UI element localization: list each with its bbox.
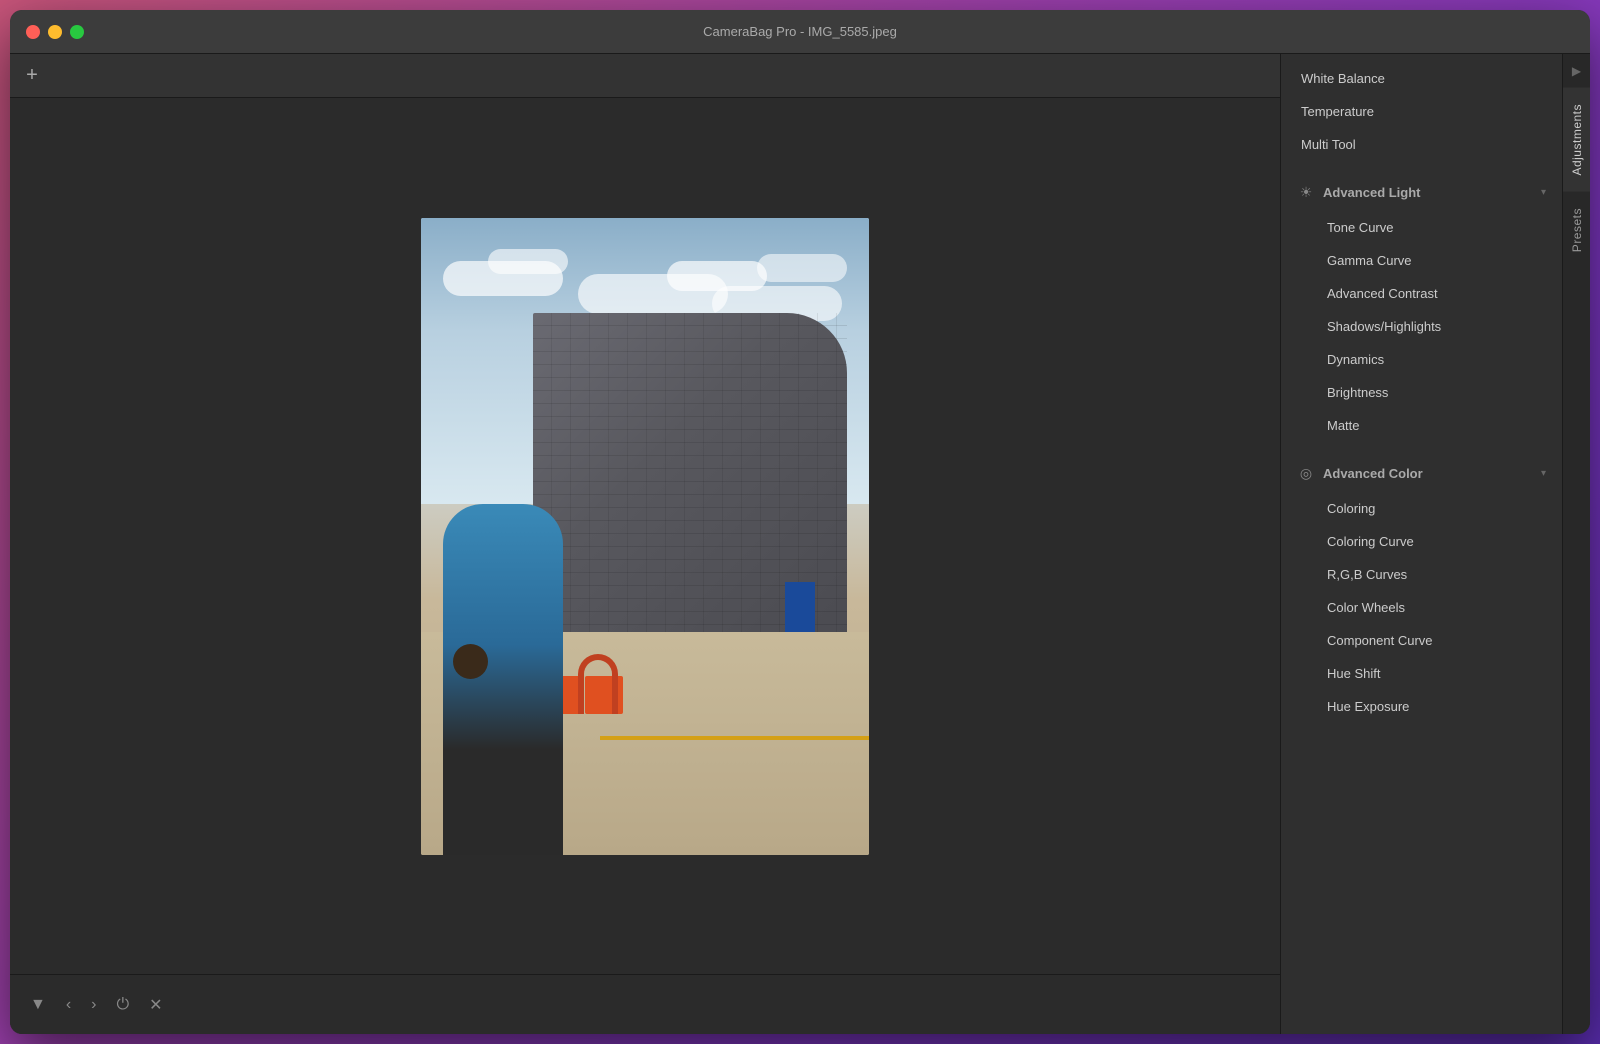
down-arrow-button[interactable]: ▼ [26,992,50,1018]
canvas-toolbar: + [10,54,1280,98]
next-button[interactable]: › [87,992,100,1018]
add-button[interactable]: + [20,64,44,88]
color-icon: ◎ [1297,464,1315,482]
photo-display [421,218,869,855]
spacer [1281,54,1562,62]
chevron-down-icon: ▾ [1541,187,1546,198]
tab-presets[interactable]: Presets [1563,192,1590,268]
power-button[interactable]: ⏻ [113,992,134,1018]
yellow-line [600,736,869,740]
image-container [10,98,1280,974]
side-tabs: ▶ Adjustments Presets [1562,54,1590,1034]
bottom-toolbar: ▼ ‹ › ⏻ ✕ [10,974,1280,1034]
app-window: CameraBag Pro - IMG_5585.jpeg + [10,10,1590,1034]
panel-item-hue-exposure[interactable]: Hue Exposure [1285,690,1558,723]
cloud [488,249,568,274]
spacer [1281,723,1562,731]
arch-structure [578,654,618,714]
tab-adjustments[interactable]: Adjustments [1563,88,1590,192]
expand-icon[interactable]: ▶ [1563,54,1590,88]
close-icon[interactable]: ✕ [145,991,166,1019]
panel-item-white-balance[interactable]: White Balance [1285,62,1558,95]
panel-item-rgb-curves[interactable]: R,G,B Curves [1285,558,1558,591]
spacer [1281,161,1562,169]
close-button[interactable] [26,25,40,39]
window-title: CameraBag Pro - IMG_5585.jpeg [703,24,897,39]
advanced-color-header[interactable]: ◎ Advanced Color ▾ [1281,450,1562,492]
canvas-area: + [10,54,1280,1034]
person-foreground [443,504,563,854]
panel-item-advanced-contrast[interactable]: Advanced Contrast [1285,277,1558,310]
advanced-light-title: Advanced Light [1323,185,1533,200]
traffic-lights [10,25,84,39]
panel-item-gamma-curve[interactable]: Gamma Curve [1285,244,1558,277]
maximize-button[interactable] [70,25,84,39]
panel-item-dynamics[interactable]: Dynamics [1285,343,1558,376]
panel-item-temperature[interactable]: Temperature [1285,95,1558,128]
advanced-light-header[interactable]: ☀ Advanced Light ▾ [1281,169,1562,211]
photo-background [421,218,869,855]
advanced-color-title: Advanced Color [1323,466,1533,481]
billboard [785,582,815,632]
panel-item-hue-shift[interactable]: Hue Shift [1285,657,1558,690]
main-content: + [10,54,1590,1034]
adjustments-panel[interactable]: White Balance Temperature Multi Tool ☀ A… [1281,54,1562,1034]
panel-item-shadows-highlights[interactable]: Shadows/Highlights [1285,310,1558,343]
cloud [757,254,847,282]
right-panel: White Balance Temperature Multi Tool ☀ A… [1280,54,1590,1034]
panel-item-coloring-curve[interactable]: Coloring Curve [1285,525,1558,558]
chevron-down-icon: ▾ [1541,468,1546,479]
minimize-button[interactable] [48,25,62,39]
titlebar: CameraBag Pro - IMG_5585.jpeg [10,10,1590,54]
panel-item-coloring[interactable]: Coloring [1285,492,1558,525]
panel-item-component-curve[interactable]: Component Curve [1285,624,1558,657]
panel-item-color-wheels[interactable]: Color Wheels [1285,591,1558,624]
sun-icon: ☀ [1297,183,1315,201]
prev-button[interactable]: ‹ [62,992,75,1018]
panel-item-matte[interactable]: Matte [1285,409,1558,442]
person-head [453,644,488,679]
panel-item-multi-tool[interactable]: Multi Tool [1285,128,1558,161]
panel-item-brightness[interactable]: Brightness [1285,376,1558,409]
spacer [1281,442,1562,450]
panel-item-tone-curve[interactable]: Tone Curve [1285,211,1558,244]
